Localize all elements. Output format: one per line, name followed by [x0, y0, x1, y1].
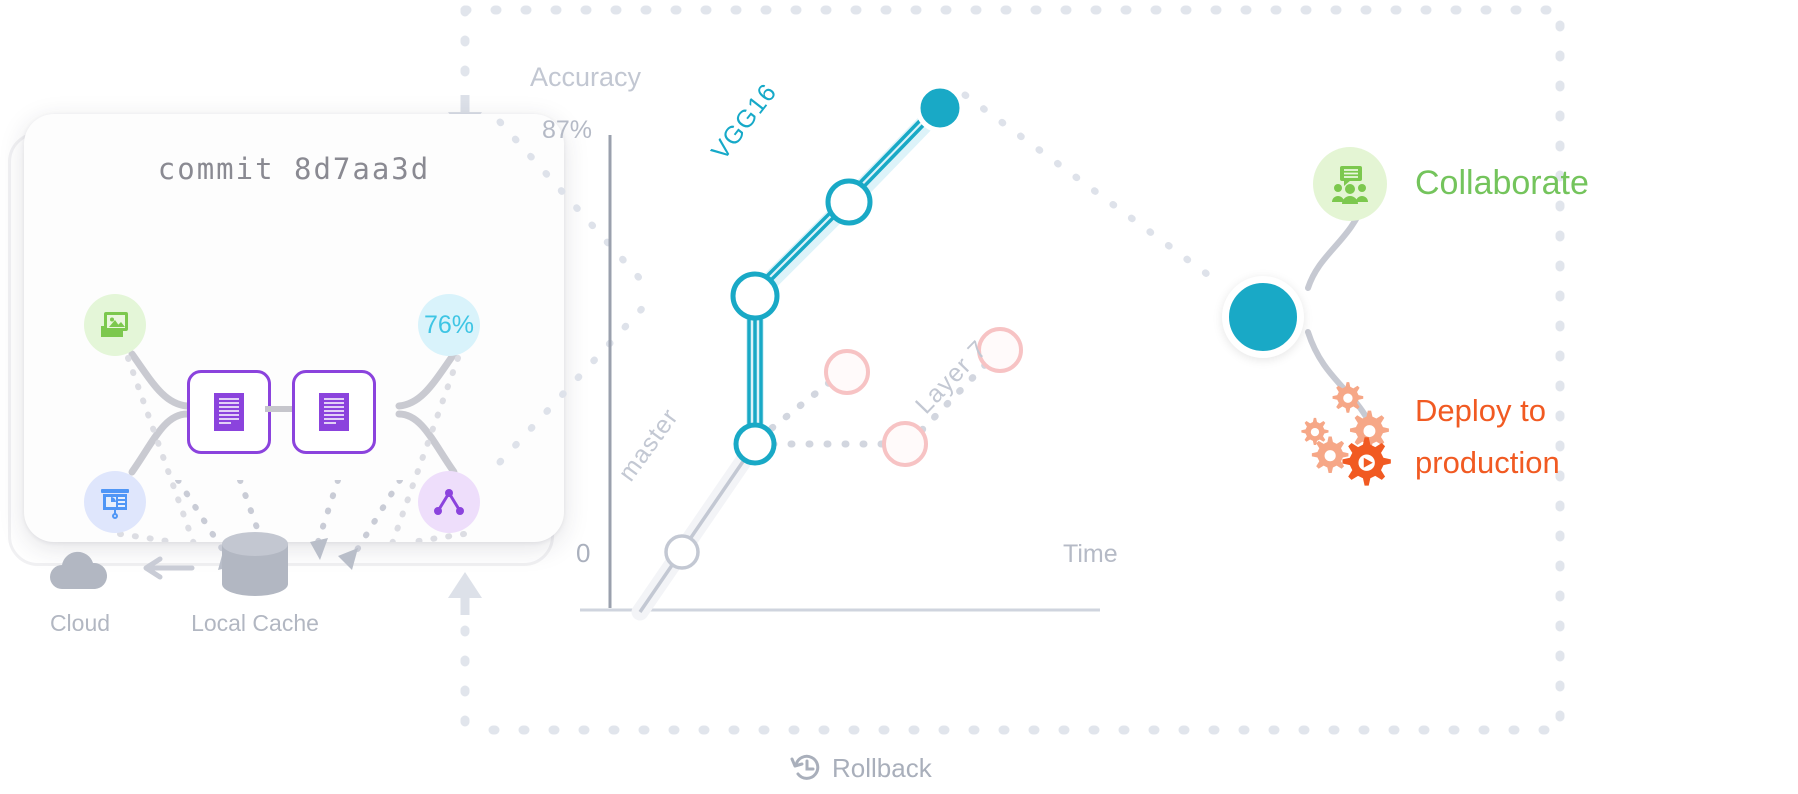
data-point-layer7-1[interactable] [882, 421, 928, 467]
collaborate-icon [1332, 166, 1368, 204]
deploy-label: Deploy to production [1415, 385, 1645, 489]
data-point-branch-root[interactable] [733, 422, 777, 466]
y-tick-label-87: 87% [542, 116, 593, 144]
head-to-hub-line [961, 91, 1219, 284]
data-point-vgg16-head[interactable] [915, 83, 965, 133]
deploy-label-line1: Deploy to [1415, 393, 1546, 428]
deploy-label-line2: production [1415, 445, 1560, 480]
series-master [631, 435, 764, 621]
rollback-label: Rollback [832, 752, 932, 783]
data-point-vgg16-1[interactable] [730, 271, 780, 321]
data-point-master-1[interactable] [664, 534, 700, 570]
data-point-vgg16-2[interactable] [825, 178, 873, 226]
rollback-clock-icon [790, 754, 820, 780]
x-axis-label: Time [1063, 540, 1118, 568]
origin-label: 0 [576, 538, 591, 568]
hub-node[interactable] [1222, 276, 1304, 358]
y-axis-label: Accuracy [530, 62, 642, 92]
data-point-layer7-3[interactable] [824, 349, 870, 395]
rollback-row[interactable]: Rollback [790, 748, 1010, 788]
collaborate-badge[interactable] [1313, 147, 1387, 221]
diagram-canvas: commit 8d7aa3d 76% Cloud Local Cache Acc… [0, 0, 1798, 794]
collaborate-label: Collaborate [1415, 164, 1589, 202]
gears-icon [1301, 382, 1391, 486]
